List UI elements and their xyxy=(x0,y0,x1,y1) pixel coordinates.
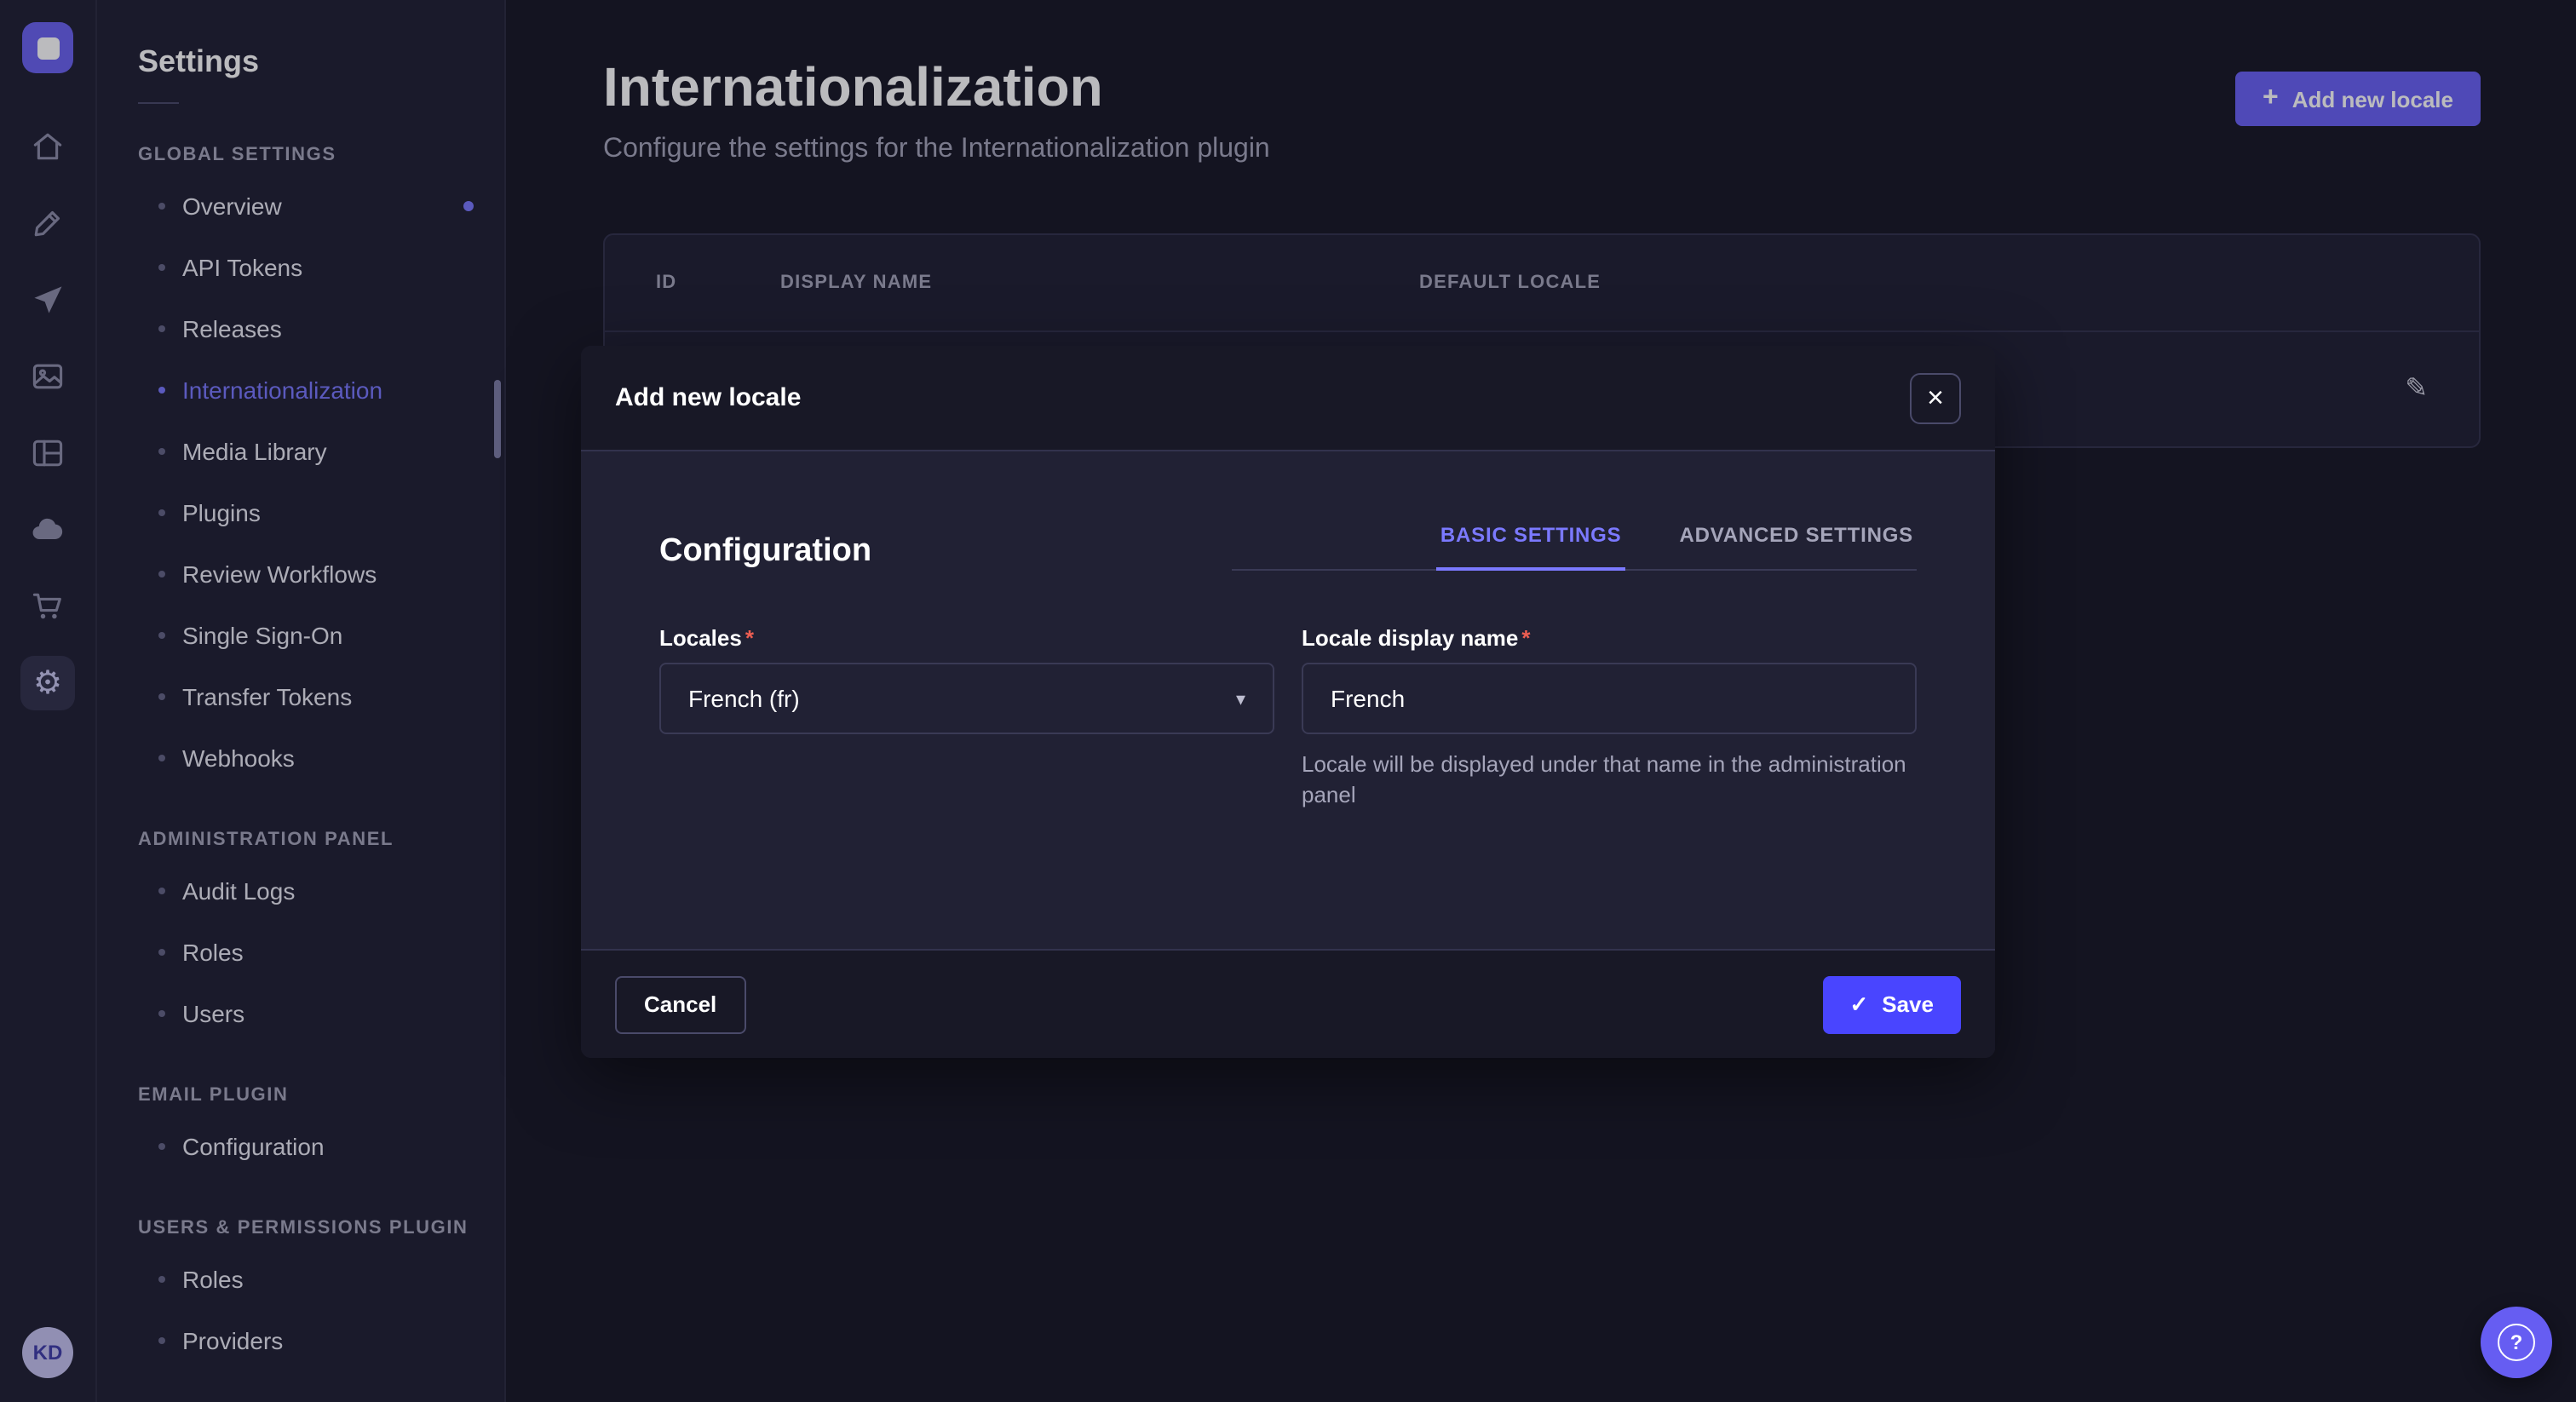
configuration-heading: Configuration xyxy=(659,533,871,571)
modal-footer: Cancel ✓ Save xyxy=(581,949,1995,1058)
required-asterisk: * xyxy=(745,625,754,651)
modal-header: Add new locale × xyxy=(581,346,1995,451)
tab-advanced-settings[interactable]: ADVANCED SETTINGS xyxy=(1676,523,1917,571)
close-icon: × xyxy=(1927,383,1944,412)
locales-select-value: French (fr) xyxy=(688,685,800,712)
add-new-locale-modal: Add new locale × Configuration BASIC SET… xyxy=(581,346,1995,1058)
modal-body: Configuration BASIC SETTINGS ADVANCED SE… xyxy=(581,451,1995,949)
modal-title: Add new locale xyxy=(615,383,801,412)
chevron-down-icon: ▾ xyxy=(1236,687,1245,710)
save-button[interactable]: ✓ Save xyxy=(1822,975,1961,1033)
locales-label: Locales* xyxy=(659,625,1274,651)
cancel-button[interactable]: Cancel xyxy=(615,975,745,1033)
locales-select[interactable]: French (fr) ▾ xyxy=(659,663,1274,734)
tab-basic-settings[interactable]: BASIC SETTINGS xyxy=(1437,523,1625,571)
display-name-hint: Locale will be displayed under that name… xyxy=(1302,750,1917,809)
locales-field: Locales* French (fr) ▾ xyxy=(659,625,1274,809)
help-button[interactable]: ? xyxy=(2481,1307,2552,1378)
help-icon: ? xyxy=(2498,1324,2535,1361)
close-modal-button[interactable]: × xyxy=(1910,372,1961,423)
check-icon: ✓ xyxy=(1849,993,1868,1015)
required-asterisk: * xyxy=(1521,625,1530,651)
display-name-input[interactable] xyxy=(1302,663,1917,734)
screen: ⚙ KD Settings GLOBAL SETTINGS Overview xyxy=(0,0,2576,1402)
settings-tabs: BASIC SETTINGS ADVANCED SETTINGS xyxy=(1233,523,1917,571)
display-name-field: Locale display name* Locale will be disp… xyxy=(1302,625,1917,809)
display-name-label: Locale display name* xyxy=(1302,625,1917,651)
